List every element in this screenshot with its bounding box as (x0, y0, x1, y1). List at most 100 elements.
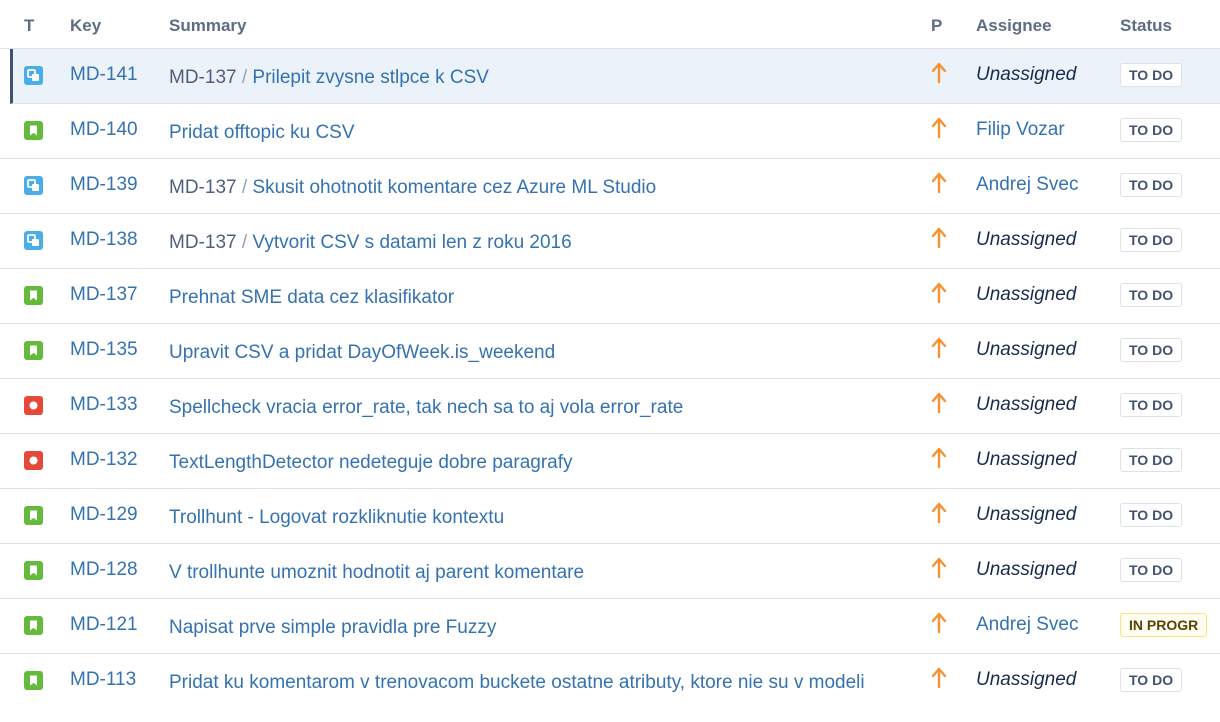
table-row[interactable]: MD-139 MD-137 / Skusit ohotnotit komentar… (0, 159, 1220, 214)
table-header: T Key Summary P Assignee Status (0, 0, 1220, 49)
assignee: Unassigned (976, 284, 1077, 305)
issue-summary-link[interactable]: V trollhunte umoznit hodnotit aj parent … (169, 562, 584, 583)
issue-summary-link[interactable]: Prehnat SME data cez klasifikator (169, 287, 454, 308)
arrow-up-icon (931, 612, 947, 634)
assignee: Unassigned (976, 339, 1077, 360)
status-badge: TO DO (1120, 393, 1183, 417)
table-row[interactable]: MD-133 Spellcheck vracia error_rate, tak … (0, 379, 1220, 434)
assignee: Unassigned (976, 229, 1077, 250)
issue-summary: Pridat ku komentarom v trenovacom bucket… (169, 669, 909, 696)
table-row[interactable]: MD-128 V trollhunte umoznit hodnotit aj p… (0, 544, 1220, 599)
issue-rows: MD-141 MD-137 / Prilepit zvysne stlpce k … (0, 49, 1220, 722)
issue-summary-link[interactable]: Upravit CSV a pridat DayOfWeek.is_weeken… (169, 342, 555, 363)
parent-separator: / (241, 177, 248, 198)
table-row[interactable]: MD-132 TextLengthDetector nedeteguje dobr… (0, 434, 1220, 489)
arrow-up-icon (931, 502, 947, 524)
column-header-status[interactable]: Status (1120, 16, 1172, 36)
column-header-assignee[interactable]: Assignee (976, 16, 1052, 36)
assignee[interactable]: Filip Vozar (976, 119, 1065, 141)
column-header-priority[interactable]: P (931, 16, 942, 36)
table-row[interactable]: MD-141 MD-137 / Prilepit zvysne stlpce k … (10, 49, 1220, 104)
story-icon (24, 561, 43, 580)
table-row[interactable]: MD-140 Pridat offtopic ku CSV Filip Vozar T… (0, 104, 1220, 159)
assignee: Unassigned (976, 394, 1077, 415)
issue-key-link[interactable]: MD-137 (70, 284, 138, 306)
issue-key-link[interactable]: MD-129 (70, 504, 138, 526)
status-badge: TO DO (1120, 173, 1183, 197)
issue-key-link[interactable]: MD-139 (70, 174, 138, 196)
table-row[interactable]: MD-129 Trollhunt - Logovat rozkliknutie k… (0, 489, 1220, 544)
arrow-up-icon (931, 667, 947, 689)
issue-summary: Napisat prve simple pravidla pre Fuzzy (169, 614, 909, 641)
issue-table: T Key Summary P Assignee Status MD-141 MD… (0, 0, 1220, 722)
issue-summary: MD-137 / Prilepit zvysne stlpce k CSV (169, 64, 909, 91)
issue-summary-link[interactable]: TextLengthDetector nedeteguje dobre para… (169, 452, 573, 473)
arrow-up-icon (931, 447, 947, 469)
table-row[interactable]: MD-135 Upravit CSV a pridat DayOfWeek.is_… (0, 324, 1220, 379)
issue-summary: TextLengthDetector nedeteguje dobre para… (169, 449, 909, 476)
assignee[interactable]: Andrej Svec (976, 614, 1078, 636)
story-icon (24, 286, 43, 305)
issue-summary-link[interactable]: Skusit ohotnotit komentare cez Azure ML … (252, 177, 656, 198)
bug-icon (24, 396, 43, 415)
issue-key-link[interactable]: MD-128 (70, 559, 138, 581)
issue-key-link[interactable]: MD-132 (70, 449, 138, 471)
issue-key-link[interactable]: MD-135 (70, 339, 138, 361)
arrow-up-icon (931, 227, 947, 249)
assignee: Unassigned (976, 559, 1077, 580)
arrow-up-icon (931, 117, 947, 139)
assignee[interactable]: Andrej Svec (976, 174, 1078, 196)
story-icon (24, 121, 43, 140)
issue-summary-link[interactable]: Pridat ku komentarom v trenovacom bucket… (169, 672, 865, 693)
issue-summary: V trollhunte umoznit hodnotit aj parent … (169, 559, 909, 586)
parent-key-link[interactable]: MD-137 (169, 232, 237, 253)
issue-key-link[interactable]: MD-133 (70, 394, 138, 416)
issue-key-link[interactable]: MD-140 (70, 119, 138, 141)
issue-summary-link[interactable]: Trollhunt - Logovat rozkliknutie kontext… (169, 507, 504, 528)
story-icon (24, 506, 43, 525)
column-header-summary[interactable]: Summary (169, 16, 246, 36)
issue-summary-link[interactable]: Prilepit zvysne stlpce k CSV (252, 67, 489, 88)
issue-summary: Pridat offtopic ku CSV (169, 119, 909, 146)
status-badge: TO DO (1120, 63, 1183, 87)
table-row[interactable]: MD-113 Pridat ku komentarom v trenovacom … (0, 654, 1220, 722)
issue-summary-link[interactable]: Napisat prve simple pravidla pre Fuzzy (169, 617, 496, 638)
issue-summary: Upravit CSV a pridat DayOfWeek.is_weeken… (169, 339, 909, 366)
parent-key-link[interactable]: MD-137 (169, 177, 237, 198)
bug-icon (24, 451, 43, 470)
parent-separator: / (241, 67, 248, 88)
issue-summary: Trollhunt - Logovat rozkliknutie kontext… (169, 504, 909, 531)
issue-key-link[interactable]: MD-121 (70, 614, 138, 636)
issue-key-link[interactable]: MD-138 (70, 229, 138, 251)
issue-key-link[interactable]: MD-141 (70, 64, 138, 86)
issue-summary: MD-137 / Skusit ohotnotit komentare cez … (169, 174, 909, 201)
assignee: Unassigned (976, 64, 1077, 85)
column-header-type[interactable]: T (24, 16, 34, 36)
story-icon (24, 671, 43, 690)
status-badge: TO DO (1120, 118, 1183, 142)
arrow-up-icon (931, 62, 947, 84)
story-icon (24, 341, 43, 360)
parent-separator: / (241, 232, 248, 253)
arrow-up-icon (931, 337, 947, 359)
subtask-icon (24, 231, 43, 250)
issue-summary: MD-137 / Vytvorit CSV s datami len z rok… (169, 229, 909, 256)
subtask-icon (24, 66, 43, 85)
issue-summary-link[interactable]: Vytvorit CSV s datami len z roku 2016 (252, 232, 571, 253)
status-badge: TO DO (1120, 448, 1183, 472)
table-row[interactable]: MD-138 MD-137 / Vytvorit CSV s datami len… (0, 214, 1220, 269)
parent-key-link[interactable]: MD-137 (169, 67, 237, 88)
subtask-icon (24, 176, 43, 195)
assignee: Unassigned (976, 449, 1077, 470)
issue-key-link[interactable]: MD-113 (70, 669, 136, 691)
table-row[interactable]: MD-121 Napisat prve simple pravidla pre F… (0, 599, 1220, 654)
table-row[interactable]: MD-137 Prehnat SME data cez klasifikator U… (0, 269, 1220, 324)
issue-summary-link[interactable]: Spellcheck vracia error_rate, tak nech s… (169, 397, 683, 418)
status-badge: TO DO (1120, 228, 1183, 252)
arrow-up-icon (931, 392, 947, 414)
status-badge: TO DO (1120, 558, 1183, 582)
arrow-up-icon (931, 557, 947, 579)
issue-summary-link[interactable]: Pridat offtopic ku CSV (169, 122, 355, 143)
column-header-key[interactable]: Key (70, 16, 101, 36)
status-badge: TO DO (1120, 668, 1183, 692)
